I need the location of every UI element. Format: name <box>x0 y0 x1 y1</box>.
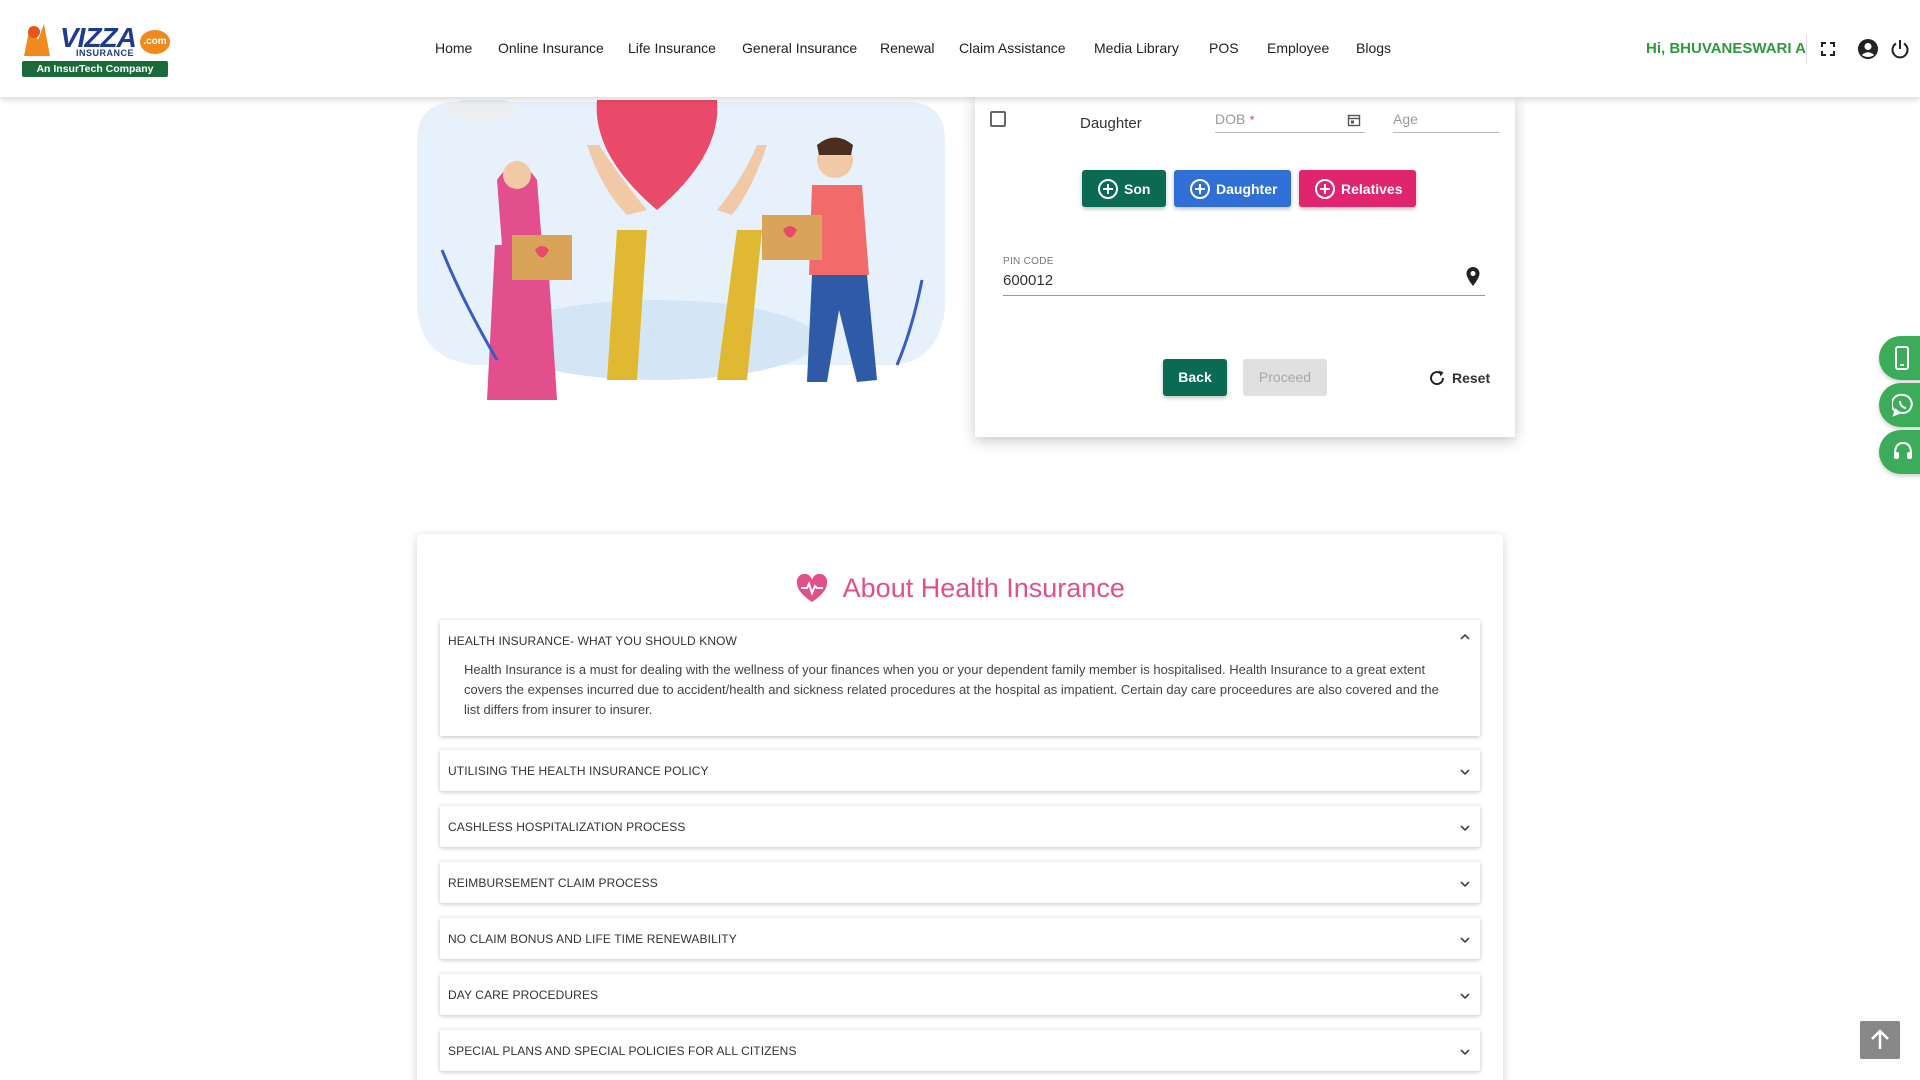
mobile-icon <box>1895 346 1909 370</box>
reset-label: Reset <box>1452 370 1491 386</box>
member-label: Daughter <box>1080 115 1142 132</box>
accordion-item[interactable]: SPECIAL PLANS AND SPECIAL POLICIES FOR A… <box>440 1030 1480 1071</box>
side-mobile-button[interactable] <box>1879 336 1920 380</box>
accordion-heading[interactable]: UTILISING THE HEALTH INSURANCE POLICY <box>448 764 709 778</box>
accordion-item[interactable]: HEALTH INSURANCE- WHAT YOU SHOULD KNOW H… <box>440 620 1480 736</box>
chevron-down-icon[interactable] <box>1458 877 1472 891</box>
add-relatives-button[interactable]: Relatives <box>1299 170 1416 207</box>
accordion-heading[interactable]: SPECIAL PLANS AND SPECIAL POLICIES FOR A… <box>448 1044 797 1058</box>
nav-media-library[interactable]: Media Library <box>1094 40 1179 56</box>
add-daughter-label: Daughter <box>1216 180 1278 197</box>
top-header: VIZZA .com INSURANCE An InsurTech Compan… <box>0 0 1920 97</box>
side-support-button[interactable] <box>1879 430 1920 474</box>
chevron-down-icon[interactable] <box>1458 821 1472 835</box>
accordion-heading[interactable]: HEALTH INSURANCE- WHAT YOU SHOULD KNOW <box>448 634 737 648</box>
add-circle-icon <box>1190 178 1210 199</box>
calendar-icon[interactable] <box>1347 113 1361 127</box>
dob-placeholder: DOB <box>1215 111 1246 127</box>
vizza-logo[interactable]: VIZZA .com INSURANCE An InsurTech Compan… <box>20 18 172 78</box>
logo-tagline: An InsurTech Company <box>22 61 168 77</box>
about-health-insurance-section: About Health Insurance HEALTH INSURANCE-… <box>417 534 1503 1080</box>
accordion-heading[interactable]: CASHLESS HOSPITALIZATION PROCESS <box>448 820 685 834</box>
chevron-down-icon[interactable] <box>1458 989 1472 1003</box>
nav-home[interactable]: Home <box>435 40 472 56</box>
header-divider <box>1806 34 1807 64</box>
add-circle-icon <box>1315 178 1335 199</box>
nav-pos[interactable]: POS <box>1209 40 1239 56</box>
accordion-item[interactable]: NO CLAIM BONUS AND LIFE TIME RENEWABILIT… <box>440 918 1480 959</box>
nav-renewal[interactable]: Renewal <box>880 40 934 56</box>
about-title: About Health Insurance <box>417 572 1503 604</box>
support-icon <box>1894 441 1912 459</box>
add-son-button[interactable]: Son <box>1082 170 1166 207</box>
pin-code-value: 600012 <box>1003 272 1054 289</box>
chevron-down-icon[interactable] <box>1458 765 1472 779</box>
accordion-heading[interactable]: DAY CARE PROCEDURES <box>448 988 598 1002</box>
chevron-up-icon[interactable] <box>1458 630 1472 644</box>
heart-pulse-icon <box>797 573 828 602</box>
logo-insurance: INSURANCE <box>76 48 135 58</box>
chevron-down-icon[interactable] <box>1458 1045 1472 1059</box>
arrow-up-icon <box>1871 1029 1889 1049</box>
pin-code-label: PIN CODE <box>1003 256 1054 267</box>
add-daughter-button[interactable]: Daughter <box>1174 170 1291 207</box>
refresh-icon <box>1430 370 1445 386</box>
accordion-item[interactable]: REIMBURSEMENT CLAIM PROCESS <box>440 862 1480 903</box>
account-icon[interactable] <box>1857 38 1879 60</box>
add-circle-icon <box>1098 178 1118 199</box>
accordion-item[interactable]: CASHLESS HOSPITALIZATION PROCESS <box>440 806 1480 847</box>
proceed-button[interactable]: Proceed <box>1243 359 1327 396</box>
about-title-text: About Health Insurance <box>842 573 1125 604</box>
dob-field[interactable]: DOB * <box>1215 111 1365 133</box>
accordion-item[interactable]: DAY CARE PROCEDURES <box>440 974 1480 1015</box>
accordion-item[interactable]: UTILISING THE HEALTH INSURANCE POLICY <box>440 750 1480 791</box>
logo-dotcom: .com <box>140 30 170 54</box>
power-icon[interactable] <box>1889 38 1911 60</box>
user-greeting[interactable]: Hi, BHUVANESWARI A <box>1646 40 1806 57</box>
accordion-heading[interactable]: NO CLAIM BONUS AND LIFE TIME RENEWABILIT… <box>448 932 737 946</box>
accordion-heading[interactable]: REIMBURSEMENT CLAIM PROCESS <box>448 876 658 890</box>
logo-mark-icon <box>24 24 50 56</box>
daughter-checkbox[interactable] <box>990 111 1006 127</box>
nav-online-insurance[interactable]: Online Insurance <box>498 40 604 56</box>
add-relatives-label: Relatives <box>1341 180 1403 197</box>
family-details-form: Daughter DOB * Age Son Daughter Relative… <box>975 97 1515 437</box>
dob-required-mark: * <box>1249 113 1255 127</box>
accordion-body: Health Insurance is a must for dealing w… <box>464 662 1439 717</box>
nav-employee[interactable]: Employee <box>1267 40 1329 56</box>
pin-code-input[interactable]: 600012 <box>1003 267 1485 296</box>
side-whatsapp-button[interactable] <box>1879 383 1920 427</box>
location-pin-icon[interactable] <box>1465 266 1481 288</box>
nav-blogs[interactable]: Blogs <box>1356 40 1391 56</box>
nav-general-insurance[interactable]: General Insurance <box>742 40 857 56</box>
hero-illustration <box>417 100 945 400</box>
chevron-down-icon[interactable] <box>1458 933 1472 947</box>
whatsapp-icon <box>1892 393 1913 417</box>
scroll-to-top-button[interactable] <box>1860 1021 1900 1059</box>
fullscreen-icon[interactable] <box>1817 38 1839 60</box>
back-button[interactable]: Back <box>1163 359 1227 396</box>
nav-claim-assistance[interactable]: Claim Assistance <box>959 40 1066 56</box>
reset-button[interactable]: Reset <box>1428 367 1490 389</box>
age-field[interactable]: Age <box>1393 111 1499 133</box>
nav-life-insurance[interactable]: Life Insurance <box>628 40 716 56</box>
add-son-label: Son <box>1124 180 1151 197</box>
